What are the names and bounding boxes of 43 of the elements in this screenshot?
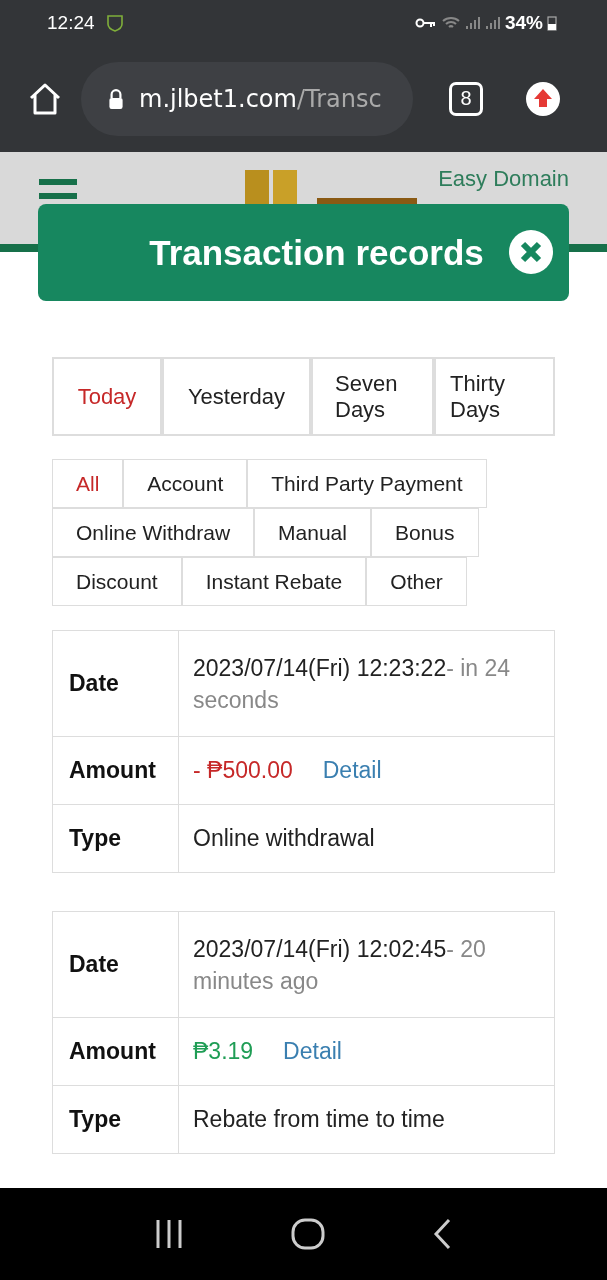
detail-link[interactable]: Detail: [283, 1038, 342, 1064]
row-label: Type: [52, 804, 179, 873]
date-filter-tab[interactable]: Thirty Days: [434, 357, 555, 436]
row-label: Amount: [52, 1017, 179, 1086]
close-icon[interactable]: [509, 230, 553, 274]
status-time: 12:24: [47, 11, 95, 34]
row-label: Amount: [52, 736, 179, 805]
date-cell: 2023/07/14(Fri) 12:02:45- 20 minutes ago: [178, 911, 555, 1018]
type-filter-tab[interactable]: Third Party Payment: [247, 459, 487, 508]
type-cell: Rebate from time to time: [178, 1085, 555, 1154]
type-filter-tab[interactable]: Instant Rebate: [181, 557, 367, 606]
vpn-shield-icon: [104, 12, 125, 33]
type-filter-tab[interactable]: Manual: [254, 508, 371, 557]
modal-title: Transaction records: [149, 232, 484, 273]
type-filter-tab[interactable]: Other: [366, 557, 467, 606]
amount-value: - ₱500.00: [193, 757, 293, 783]
signal-icon: [484, 14, 501, 31]
row-label: Date: [52, 630, 179, 737]
type-filter-tab[interactable]: All: [52, 459, 124, 508]
type-filter-tab[interactable]: Account: [123, 459, 248, 508]
lock-icon: [107, 87, 125, 110]
date-cell: 2023/07/14(Fri) 12:23:22- in 24 seconds: [178, 630, 555, 737]
detail-link[interactable]: Detail: [322, 757, 382, 783]
type-filter-tab[interactable]: Discount: [52, 557, 182, 606]
battery-level: 34%: [504, 11, 543, 34]
row-label: Type: [52, 1085, 179, 1154]
type-cell: Online withdrawal: [178, 804, 555, 873]
home-button-icon[interactable]: [290, 1216, 327, 1252]
amount-value: ₱3.19: [193, 1038, 254, 1064]
date-filter-tab[interactable]: Today: [52, 357, 162, 436]
date-filter-tab[interactable]: Yesterday: [162, 357, 311, 436]
wifi-icon: [440, 14, 461, 31]
address-bar[interactable]: m.jlbet1.com/Transc: [81, 61, 413, 136]
battery-icon: [547, 14, 557, 31]
key-icon: [414, 16, 437, 29]
type-filter-tab[interactable]: Bonus: [370, 508, 479, 557]
easy-domain-link[interactable]: Easy Domain: [438, 166, 569, 192]
date-filter-tab[interactable]: Seven Days: [311, 357, 434, 436]
row-label: Date: [52, 911, 179, 1018]
signal-icon: [464, 14, 481, 31]
url-text: m.jlbet1.com/Transc: [139, 84, 382, 113]
tab-count-button[interactable]: 8: [449, 81, 483, 116]
type-filter-tab[interactable]: Online Withdraw: [52, 508, 255, 557]
